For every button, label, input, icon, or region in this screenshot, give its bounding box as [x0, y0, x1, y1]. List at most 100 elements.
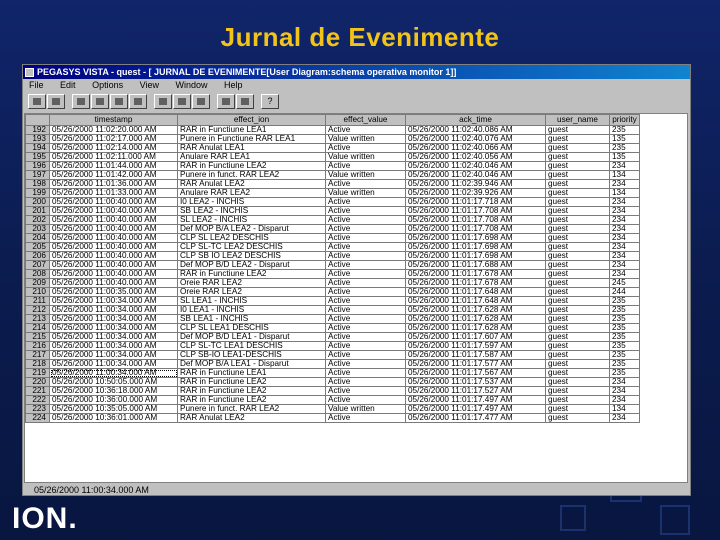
- effect-value-cell[interactable]: Value written: [325, 404, 406, 414]
- ack-time-cell[interactable]: 05/26/2000 11:01:17.698 AM: [405, 242, 546, 252]
- table-row[interactable]: 221 05/26/2000 10:36:18.000 AM RAR in Func…: [25, 386, 640, 396]
- effect-value-cell[interactable]: Active: [325, 323, 406, 333]
- table-row[interactable]: 202 05/26/2000 11:00:40.000 AM SL LEA2 - I…: [25, 215, 640, 225]
- effect-ion-cell[interactable]: CLP SL-TC LEA1 DESCHIS: [177, 341, 326, 351]
- ack-time-cell[interactable]: 05/26/2000 11:01:17.628 AM: [405, 314, 546, 324]
- effect-value-cell[interactable]: Active: [325, 224, 406, 234]
- table-row[interactable]: 218 05/26/2000 11:00:34.000 AM Def MOP B/A…: [25, 359, 640, 369]
- table-row[interactable]: 216 05/26/2000 11:00:34.000 AM CLP SL-TC L…: [25, 341, 640, 351]
- priority-cell[interactable]: 234: [609, 197, 640, 207]
- user-name-cell[interactable]: guest: [545, 251, 610, 261]
- user-name-cell[interactable]: guest: [545, 305, 610, 315]
- priority-cell[interactable]: 235: [609, 305, 640, 315]
- ack-time-cell[interactable]: 05/26/2000 11:02:40.076 AM: [405, 134, 546, 144]
- table-row[interactable]: 220 05/26/2000 10:50:05.000 AM RAR in Func…: [25, 377, 640, 387]
- row-number-cell[interactable]: 199: [25, 188, 50, 198]
- effect-value-cell[interactable]: Active: [325, 314, 406, 324]
- timestamp-cell[interactable]: 05/26/2000 11:02:14.000 AM: [49, 143, 178, 153]
- ack-time-cell[interactable]: 05/26/2000 11:01:17.648 AM: [405, 296, 546, 306]
- effect-value-cell[interactable]: Value written: [325, 134, 406, 144]
- effect-ion-cell[interactable]: Def MOP B/A LEA1 - Disparut: [177, 359, 326, 369]
- effect-value-cell[interactable]: Active: [325, 161, 406, 171]
- table-row[interactable]: 223 05/26/2000 10:35:05.000 AM Punere in f…: [25, 404, 640, 414]
- effect-ion-cell[interactable]: Oreie RAR LEA2: [177, 287, 326, 297]
- priority-cell[interactable]: 234: [609, 179, 640, 189]
- user-name-cell[interactable]: guest: [545, 413, 610, 423]
- effect-ion-cell[interactable]: Def MOP B/D LEA1 - Disparut: [177, 332, 326, 342]
- effect-value-cell[interactable]: Active: [325, 215, 406, 225]
- effect-ion-cell[interactable]: RAR Anulat LEA2: [177, 413, 326, 423]
- effect-value-cell[interactable]: Active: [325, 269, 406, 279]
- priority-cell[interactable]: 134: [609, 404, 640, 414]
- row-number-cell[interactable]: 203: [25, 224, 50, 234]
- effect-ion-cell[interactable]: RAR Anulat LEA1: [177, 143, 326, 153]
- row-number-cell[interactable]: 211: [25, 296, 50, 306]
- effect-ion-cell[interactable]: SB LEA2 - INCHIS: [177, 206, 326, 216]
- effect-ion-cell[interactable]: Punere in funct. RAR LEA2: [177, 404, 326, 414]
- row-number-cell[interactable]: 210: [25, 287, 50, 297]
- effect-ion-cell[interactable]: RAR in Functiune LEA2: [177, 386, 326, 396]
- user-name-cell[interactable]: guest: [545, 332, 610, 342]
- menu-file[interactable]: File: [29, 80, 44, 90]
- ack-time-cell[interactable]: 05/26/2000 11:01:17.497 AM: [405, 404, 546, 414]
- timestamp-cell[interactable]: 05/26/2000 11:00:40.000 AM: [49, 269, 178, 279]
- row-number-cell[interactable]: 205: [25, 242, 50, 252]
- effect-ion-cell[interactable]: CLP SL-TC LEA2 DESCHIS: [177, 242, 326, 252]
- effect-ion-cell[interactable]: Punere in Functiune RAR LEA1: [177, 134, 326, 144]
- timestamp-cell[interactable]: 05/26/2000 11:00:40.000 AM: [49, 242, 178, 252]
- timestamp-cell[interactable]: 05/26/2000 11:01:42.000 AM: [49, 170, 178, 180]
- timestamp-cell[interactable]: 05/26/2000 11:00:34.000 AM: [49, 332, 178, 342]
- user-name-cell[interactable]: guest: [545, 395, 610, 405]
- filter-button[interactable]: [217, 94, 235, 109]
- effect-value-cell[interactable]: Active: [325, 125, 406, 135]
- priority-cell[interactable]: 234: [609, 233, 640, 243]
- effect-value-cell[interactable]: Value written: [325, 170, 406, 180]
- timestamp-cell[interactable]: 05/26/2000 10:36:01.000 AM: [49, 413, 178, 423]
- table-row[interactable]: 224 05/26/2000 10:36:01.000 AM RAR Anulat …: [25, 413, 640, 423]
- priority-cell[interactable]: 134: [609, 170, 640, 180]
- effect-ion-cell[interactable]: CLP SL LEA1 DESCHIS: [177, 323, 326, 333]
- user-name-cell[interactable]: guest: [545, 125, 610, 135]
- menu-help[interactable]: Help: [224, 80, 243, 90]
- effect-ion-cell[interactable]: SB LEA1 - INCHIS: [177, 314, 326, 324]
- ack-time-cell[interactable]: 05/26/2000 11:01:17.688 AM: [405, 260, 546, 270]
- user-name-cell[interactable]: guest: [545, 242, 610, 252]
- ack-time-cell[interactable]: 05/26/2000 11:01:17.527 AM: [405, 386, 546, 396]
- effect-value-cell[interactable]: Active: [325, 359, 406, 369]
- row-number-cell[interactable]: 200: [25, 197, 50, 207]
- table-row[interactable]: 201 05/26/2000 11:00:40.000 AM SB LEA2 - I…: [25, 206, 640, 216]
- column-header-effect-value[interactable]: effect_value: [325, 114, 406, 126]
- ack-time-cell[interactable]: 05/26/2000 11:01:17.628 AM: [405, 305, 546, 315]
- user-name-cell[interactable]: guest: [545, 287, 610, 297]
- column-header-timestamp[interactable]: timestamp: [49, 114, 178, 126]
- user-name-cell[interactable]: guest: [545, 377, 610, 387]
- menu-edit[interactable]: Edit: [60, 80, 76, 90]
- priority-cell[interactable]: 234: [609, 224, 640, 234]
- column-header-priority[interactable]: priority: [609, 114, 640, 126]
- ack-time-cell[interactable]: 05/26/2000 11:01:17.567 AM: [405, 368, 546, 378]
- effect-value-cell[interactable]: Active: [325, 332, 406, 342]
- row-number-cell[interactable]: 204: [25, 233, 50, 243]
- effect-ion-cell[interactable]: Anulare RAR LEA1: [177, 152, 326, 162]
- row-number-cell[interactable]: 212: [25, 305, 50, 315]
- table-row[interactable]: 197 05/26/2000 11:01:42.000 AM Punere in f…: [25, 170, 640, 180]
- user-name-cell[interactable]: guest: [545, 404, 610, 414]
- effect-ion-cell[interactable]: RAR in Functiune LEA2: [177, 377, 326, 387]
- open-button[interactable]: [28, 94, 46, 109]
- timestamp-cell[interactable]: 05/26/2000 11:02:11.000 AM: [49, 152, 178, 162]
- user-name-cell[interactable]: guest: [545, 206, 610, 216]
- table-row[interactable]: 212 05/26/2000 11:00:34.000 AM I0 LEA1 - I…: [25, 305, 640, 315]
- effect-ion-cell[interactable]: RAR in Functiune LEA2: [177, 395, 326, 405]
- table-row[interactable]: 219 05/26/2000 11:00:34.000 AM RAR in Func…: [25, 368, 640, 378]
- ack-time-cell[interactable]: 05/26/2000 11:01:17.678 AM: [405, 278, 546, 288]
- edit-button[interactable]: [173, 94, 191, 109]
- timestamp-cell[interactable]: 05/26/2000 11:01:44.000 AM: [49, 161, 178, 171]
- table-row[interactable]: 204 05/26/2000 11:00:40.000 AM CLP SL LEA2…: [25, 233, 640, 243]
- effect-value-cell[interactable]: Active: [325, 350, 406, 360]
- table-row[interactable]: 205 05/26/2000 11:00:40.000 AM CLP SL-TC L…: [25, 242, 640, 252]
- effect-value-cell[interactable]: Active: [325, 260, 406, 270]
- ack-time-cell[interactable]: 05/26/2000 11:01:17.497 AM: [405, 395, 546, 405]
- priority-cell[interactable]: 235: [609, 314, 640, 324]
- effect-value-cell[interactable]: Active: [325, 395, 406, 405]
- timestamp-cell[interactable]: 05/26/2000 11:00:34.000 AM: [49, 296, 178, 306]
